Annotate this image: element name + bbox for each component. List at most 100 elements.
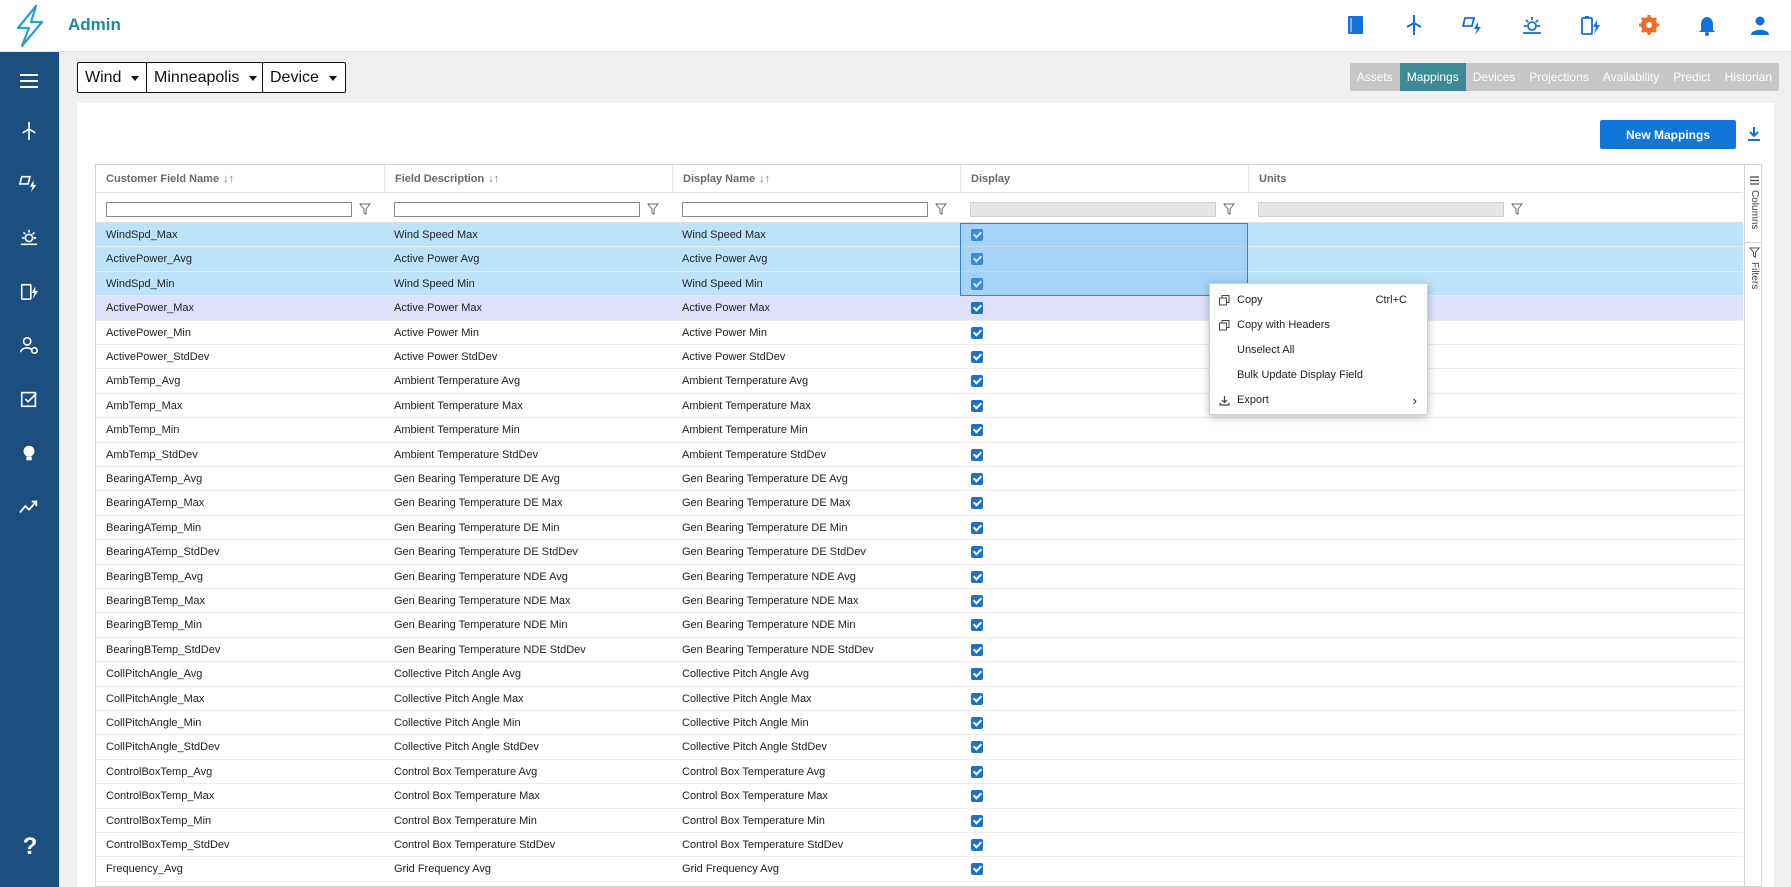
menu-item-copy[interactable]: Copy Ctrl+C — [1210, 288, 1427, 313]
table-row[interactable]: BearingBTemp_Min Gen Bearing Temperature … — [96, 613, 1743, 638]
display-checkbox[interactable] — [971, 765, 983, 778]
display-checkbox[interactable] — [971, 424, 983, 437]
tab-historian[interactable]: Historian — [1718, 63, 1779, 91]
table-row[interactable]: WindSpd_Min Wind Speed Min Wind Speed Min — [96, 271, 1743, 297]
field-description-filter-input[interactable] — [394, 202, 640, 217]
display-checkbox[interactable] — [971, 399, 983, 412]
display-checkbox[interactable] — [971, 717, 983, 729]
sort-icon[interactable]: ↓↑ — [223, 173, 234, 185]
table-row[interactable]: ActivePower_StdDev Active Power StdDev Act… — [96, 345, 1743, 370]
display-checkbox[interactable] — [971, 839, 983, 851]
wind-turbine-icon[interactable] — [14, 116, 44, 146]
table-row[interactable]: BearingATemp_StdDev Gen Bearing Temperatu… — [96, 540, 1743, 565]
solar-power-icon[interactable] — [14, 168, 44, 198]
table-row[interactable]: ControlBoxTemp_Avg Control Box Temperatur… — [96, 760, 1743, 785]
column-header-customer-field-name[interactable]: Customer Field Name ↓↑ — [96, 165, 384, 193]
battery-icon[interactable] — [14, 276, 44, 306]
tab-projections[interactable]: Projections — [1522, 63, 1595, 91]
table-row[interactable]: Frequency_Max Grid Frequency Max Grid Freq… — [96, 882, 1743, 886]
table-row[interactable]: ControlBoxTemp_Min Control Box Temperatur… — [96, 809, 1743, 833]
tab-devices[interactable]: Devices — [1466, 63, 1523, 91]
bell-icon[interactable] — [1694, 12, 1720, 38]
battery-icon[interactable] — [1577, 12, 1603, 38]
tab-predict[interactable]: Predict — [1666, 63, 1717, 91]
column-header-display[interactable]: Display — [960, 165, 1248, 193]
help-icon[interactable]: ? — [14, 831, 46, 863]
menu-item-bulk-update-display-field[interactable]: Bulk Update Display Field — [1210, 363, 1427, 388]
display-checkbox[interactable] — [971, 253, 983, 266]
type-dropdown[interactable]: Wind — [77, 62, 149, 93]
table-row[interactable]: AmbTemp_Avg Ambient Temperature Avg Ambien… — [96, 369, 1743, 394]
columns-panel-button[interactable]: Columns — [1745, 173, 1761, 243]
tab-assets[interactable]: Assets — [1350, 63, 1400, 91]
display-checkbox[interactable] — [971, 521, 983, 534]
display-checkbox[interactable] — [971, 668, 983, 681]
table-row[interactable]: CollPitchAngle_StdDev Collective Pitch An… — [96, 735, 1743, 760]
display-checkbox[interactable] — [971, 595, 983, 607]
customer-field-name-filter-input[interactable] — [106, 202, 352, 217]
display-checkbox[interactable] — [971, 619, 983, 632]
wind-turbine-icon[interactable] — [1401, 12, 1427, 38]
display-checkbox[interactable] — [971, 790, 983, 803]
table-row[interactable]: AmbTemp_StdDev Ambient Temperature StdDev… — [96, 443, 1743, 467]
menu-icon[interactable] — [14, 66, 44, 96]
menu-item-unselect-all[interactable]: Unselect All — [1210, 338, 1427, 363]
table-row[interactable]: AmbTemp_Max Ambient Temperature Max Ambien… — [96, 394, 1743, 419]
table-row[interactable]: BearingATemp_Avg Gen Bearing Temperature … — [96, 467, 1743, 492]
user-icon[interactable] — [1747, 12, 1773, 38]
display-checkbox[interactable] — [971, 351, 983, 363]
lightning-logo-icon[interactable] — [12, 4, 48, 48]
display-checkbox[interactable] — [971, 448, 983, 461]
table-row[interactable]: ControlBoxTemp_StdDev Control Box Tempera… — [96, 833, 1743, 858]
level-dropdown[interactable]: Device — [262, 62, 346, 93]
sun-icon[interactable] — [1519, 12, 1545, 38]
display-checkbox[interactable] — [971, 375, 983, 388]
tab-availability[interactable]: Availability — [1596, 63, 1666, 91]
display-checkbox[interactable] — [971, 326, 983, 339]
column-header-units[interactable]: Units — [1248, 165, 1554, 193]
table-row[interactable]: BearingATemp_Max Gen Bearing Temperature … — [96, 491, 1743, 516]
lightbulb-icon[interactable] — [14, 438, 44, 468]
filter-icon[interactable] — [359, 203, 371, 215]
column-header-display-name[interactable]: Display Name ↓↑ — [672, 165, 960, 193]
display-checkbox[interactable] — [971, 814, 983, 827]
new-mappings-button[interactable]: New Mappings — [1600, 120, 1736, 149]
display-checkbox[interactable] — [971, 473, 983, 485]
table-row[interactable]: CollPitchAngle_Max Collective Pitch Angle… — [96, 687, 1743, 711]
menu-item-export[interactable]: Export › — [1210, 388, 1427, 413]
user-settings-icon[interactable] — [14, 330, 44, 360]
site-dropdown[interactable]: Minneapolis — [146, 62, 267, 93]
display-checkbox[interactable] — [971, 643, 983, 656]
table-row[interactable]: WindSpd_Max Wind Speed Max Wind Speed Max — [96, 223, 1743, 248]
table-row[interactable]: CollPitchAngle_Avg Collective Pitch Angle… — [96, 662, 1743, 687]
filter-icon[interactable] — [1511, 203, 1523, 215]
download-icon[interactable] — [1744, 124, 1764, 144]
filter-icon[interactable] — [935, 203, 947, 215]
table-row[interactable]: ActivePower_Avg Active Power Avg Active Po… — [96, 247, 1743, 272]
display-checkbox[interactable] — [971, 570, 983, 583]
sun-icon[interactable] — [14, 222, 44, 252]
trending-icon[interactable] — [14, 492, 44, 522]
display-checkbox[interactable] — [971, 229, 983, 241]
display-checkbox[interactable] — [971, 741, 983, 754]
display-checkbox[interactable] — [971, 302, 983, 315]
filter-icon[interactable] — [1223, 203, 1235, 215]
filters-panel-button[interactable]: Filters — [1745, 245, 1761, 305]
display-checkbox[interactable] — [971, 277, 983, 290]
display-checkbox[interactable] — [971, 497, 983, 510]
table-row[interactable]: ActivePower_Min Active Power Min Active Po… — [96, 321, 1743, 345]
display-name-filter-input[interactable] — [682, 202, 928, 217]
book-icon[interactable] — [1343, 12, 1369, 38]
sort-icon[interactable]: ↓↑ — [488, 173, 499, 185]
tab-mappings[interactable]: Mappings — [1399, 63, 1466, 91]
table-row[interactable]: CollPitchAngle_Min Collective Pitch Angle… — [96, 711, 1743, 736]
table-row[interactable]: Frequency_Avg Grid Frequency Avg Grid Freq… — [96, 857, 1743, 882]
table-row[interactable]: ActivePower_Max Active Power Max Active Po… — [96, 296, 1743, 321]
checkbox-icon[interactable] — [14, 384, 44, 414]
display-checkbox[interactable] — [971, 546, 983, 559]
table-row[interactable]: BearingBTemp_Avg Gen Bearing Temperature … — [96, 565, 1743, 589]
table-row[interactable]: BearingATemp_Min Gen Bearing Temperature … — [96, 516, 1743, 541]
sort-icon[interactable]: ↓↑ — [759, 173, 770, 185]
solar-power-icon[interactable] — [1460, 12, 1486, 38]
table-row[interactable]: BearingBTemp_StdDev Gen Bearing Temperatu… — [96, 638, 1743, 663]
